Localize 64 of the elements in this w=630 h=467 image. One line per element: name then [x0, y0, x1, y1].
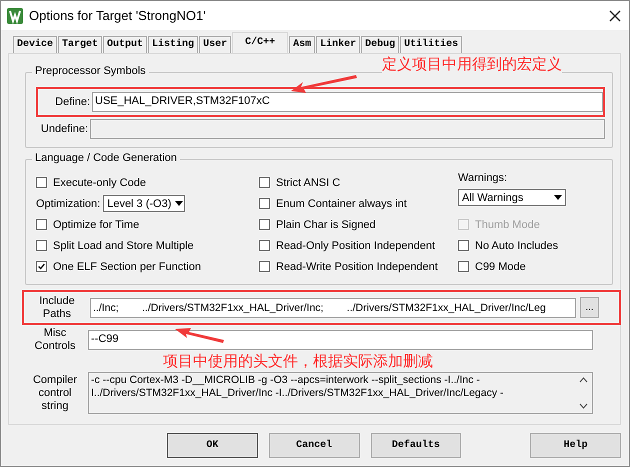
tab[interactable]: Utilities [400, 36, 462, 53]
input-field[interactable]: --C99 [88, 330, 593, 350]
text-line: -c --cpu Cortex-M3 -D__MICROLIB -g -O3 --apcs=interwork --split_sections -I../Inc - [91, 374, 481, 387]
text-line: I../Drivers/STM32F1xx_HAL_Driver/Inc -I../Drivers/STM32F1xx_HAL_Driver/Inc/Legacy - [91, 387, 505, 400]
checkbox[interactable] [36, 261, 47, 272]
scroll-down-icon[interactable] [578, 403, 588, 409]
annotation-text: 项目中使用的头文件，根据实际添加删减 [163, 353, 433, 370]
app-icon [7, 8, 23, 24]
tab[interactable]: User [199, 36, 232, 53]
checkbox[interactable] [259, 177, 270, 188]
checkbox[interactable] [259, 219, 270, 230]
checkbox-option[interactable]: Plain Char is Signed [259, 214, 458, 235]
tab[interactable]: Device [13, 36, 58, 53]
checkbox-option[interactable]: C99 Mode [458, 256, 604, 277]
field-label: Define: [54, 96, 90, 108]
tab[interactable]: Listing [148, 36, 198, 53]
field-label: Misc Controls [34, 327, 76, 353]
dropdown[interactable]: Level 3 (-O3) [103, 195, 186, 212]
checkbox[interactable] [36, 177, 47, 188]
group-title: Preprocessor Symbols [32, 65, 149, 77]
caret-icon [554, 195, 562, 200]
checkbox-option[interactable]: Split Load and Store Multiple [36, 235, 259, 256]
input-field[interactable]: USE_HAL_DRIVER,STM32F107xC [92, 92, 603, 112]
annotation-text: 定义项目中用得到的宏定义 [382, 55, 562, 74]
input-field[interactable]: ../Inc; ../Drivers/STM32F1xx_HAL_Driver/Inc; ../Drivers/STM32F1xx_HAL_Driver/Inc/Leg [90, 298, 576, 318]
checkbox-option[interactable]: Enum Container always int [259, 193, 458, 214]
checkbox-option[interactable]: Optimize for Time [36, 214, 259, 235]
arrow [175, 328, 224, 343]
checkbox[interactable] [36, 240, 47, 251]
checkbox-option[interactable]: One ELF Section per Function [36, 256, 259, 277]
checkbox[interactable] [259, 240, 270, 251]
tab[interactable]: C/C++ [232, 32, 288, 53]
dialog-button[interactable]: Help [530, 433, 621, 458]
tab[interactable]: Target [58, 36, 102, 53]
checkbox-option[interactable]: No Auto Includes [458, 235, 604, 256]
dialog-button[interactable]: Cancel [268, 433, 360, 458]
close-icon[interactable] [609, 10, 621, 22]
checkbox-option[interactable]: Read-Write Position Independent [259, 256, 458, 277]
text-area[interactable]: -c --cpu Cortex-M3 -D__MICROLIB -g -O3 --apcs=interwork --split_sections -I../Inc - I../Drivers/STM32F1xx_HAL_Driver/Inc -I../Drivers/STM32F1xx_HAL_Driver/Inc/Legacy - [88, 372, 593, 414]
dropdown[interactable]: All Warnings [458, 189, 566, 206]
checkbox-option[interactable]: Read-Only Position Independent [259, 235, 458, 256]
field-label: Compiler control string [32, 374, 78, 412]
checkbox[interactable] [458, 261, 469, 272]
tab[interactable]: Asm [289, 36, 316, 53]
checkbox[interactable] [458, 240, 469, 251]
dialog-button[interactable]: Defaults [370, 433, 462, 458]
caret-icon [175, 201, 184, 206]
tab[interactable]: Linker [316, 36, 360, 53]
checkbox[interactable] [36, 219, 47, 230]
optimization-label: Optimization: [36, 198, 100, 210]
tab[interactable]: Debug [361, 36, 400, 53]
field-label: Include Paths [38, 294, 76, 320]
browse-button[interactable]: ... [580, 297, 599, 318]
checkbox[interactable] [259, 198, 270, 209]
checkbox-option[interactable]: Execute-only Code [36, 172, 259, 193]
field-label: Undefine: [40, 123, 88, 135]
group-title: Language / Code Generation [32, 152, 180, 164]
scroll-up-icon[interactable] [578, 377, 588, 383]
window-title: Options for Target 'StrongNO1' [29, 8, 207, 23]
tab[interactable]: Output [103, 36, 148, 53]
warnings-label: Warnings: [458, 172, 508, 184]
checkbox[interactable] [259, 261, 270, 272]
dialog-button[interactable]: OK [167, 433, 258, 458]
checkbox-option[interactable]: Strict ANSI C [259, 172, 458, 193]
